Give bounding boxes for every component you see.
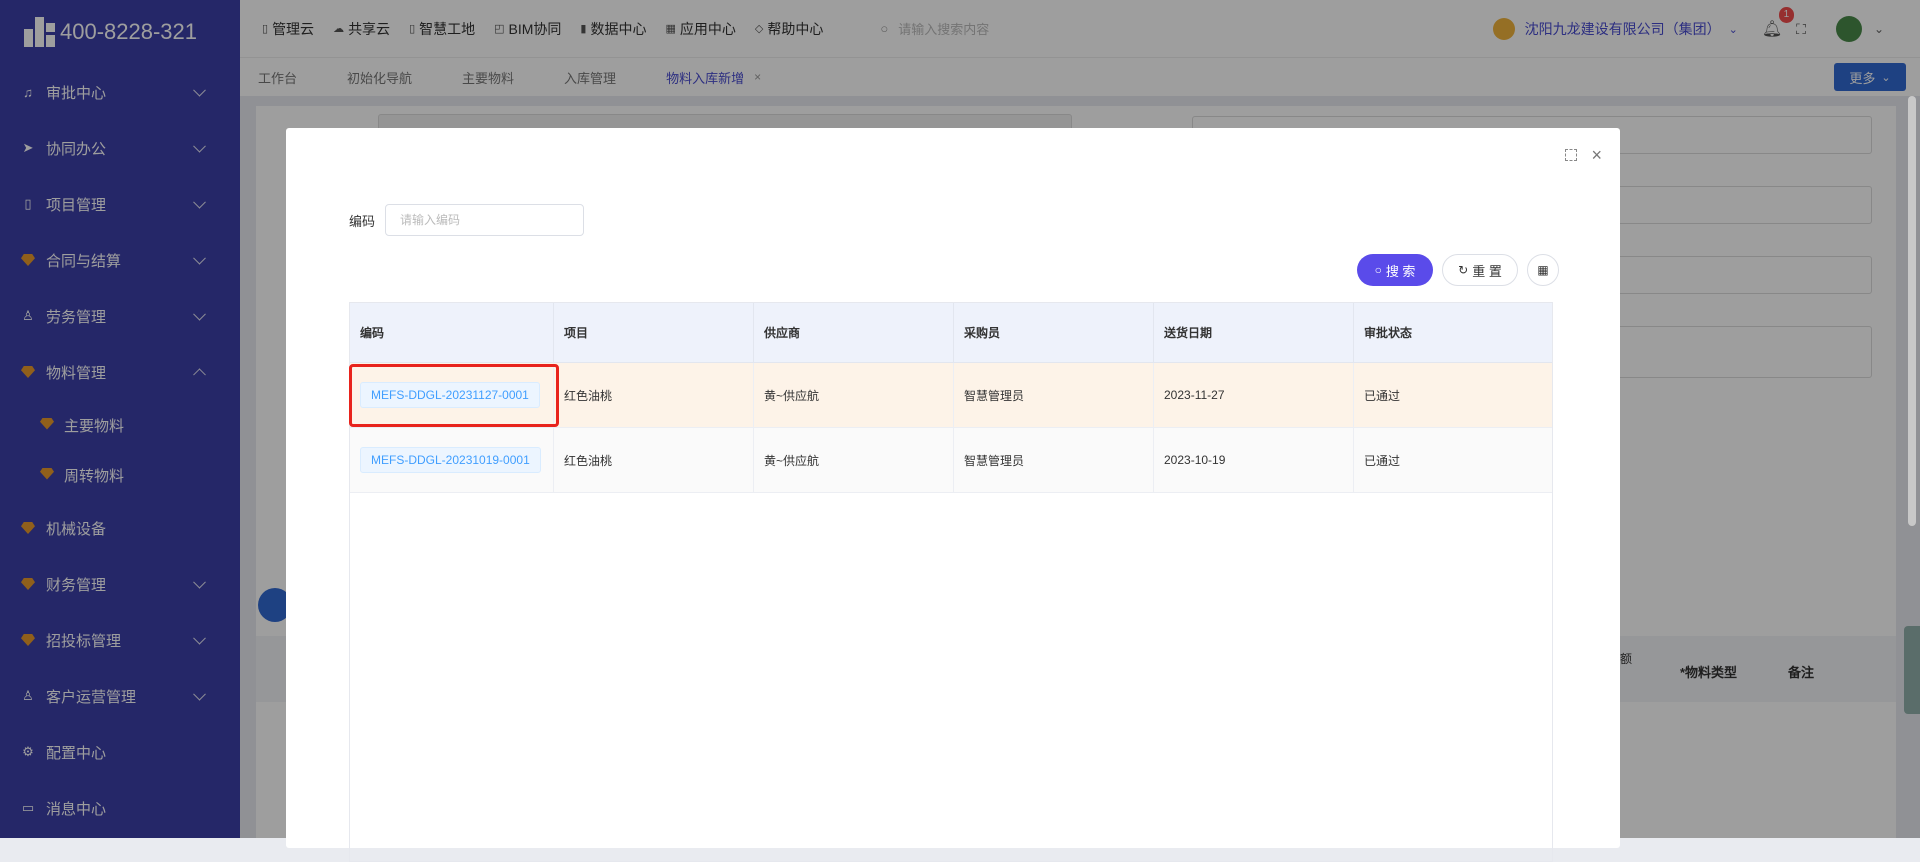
side-widget[interactable] xyxy=(1904,626,1920,714)
cell-delivery-date: 2023-10-19 xyxy=(1154,428,1354,492)
maximize-icon[interactable] xyxy=(1565,149,1578,161)
code-filter-label: 编码 xyxy=(349,213,376,229)
reset-button-label: 重 置 xyxy=(1472,263,1502,279)
grid-icon: ▦ xyxy=(1537,263,1549,277)
col-header-supplier[interactable]: 供应商 xyxy=(754,303,954,362)
col-header-delivery-date[interactable]: 送货日期 xyxy=(1154,303,1354,362)
page-scrollbar[interactable] xyxy=(1908,96,1916,526)
close-icon[interactable]: × xyxy=(1591,146,1602,164)
select-inbound-modal: × 编码 ○ 搜 索 ↻ 重 置 ▦ 编码 项目 供应商 采购员 送货日期 审批… xyxy=(286,128,1620,862)
code-filter-input[interactable] xyxy=(385,204,585,236)
cell-code: MEFS-DDGL-20231019-0001 xyxy=(350,428,554,492)
reset-button[interactable]: ↻ 重 置 xyxy=(1442,254,1518,286)
highlight-annotation-box xyxy=(349,364,559,427)
code-filter: 编码 xyxy=(349,204,585,236)
cell-delivery-date: 2023-11-27 xyxy=(1154,363,1354,427)
cell-project: 红色油桃 xyxy=(554,428,754,492)
col-header-project[interactable]: 项目 xyxy=(554,303,754,362)
modal-controls: × xyxy=(1565,146,1602,164)
cell-approval-status: 已通过 xyxy=(1364,453,1401,468)
col-header-code[interactable]: 编码 xyxy=(350,303,554,362)
search-button[interactable]: ○ 搜 索 xyxy=(1357,254,1433,286)
refresh-icon: ↻ xyxy=(1458,263,1469,277)
column-settings-button[interactable]: ▦ xyxy=(1527,254,1559,286)
cell-buyer: 智慧管理员 xyxy=(954,428,1154,492)
table-header: 编码 项目 供应商 采购员 送货日期 审批状态 xyxy=(350,303,1552,363)
col-header-buyer[interactable]: 采购员 xyxy=(954,303,1154,362)
cell-buyer: 智慧管理员 xyxy=(954,363,1154,427)
search-icon: ○ xyxy=(1374,263,1382,277)
col-header-approval-status[interactable]: 审批状态 xyxy=(1354,303,1552,362)
search-button-label: 搜 索 xyxy=(1385,263,1416,279)
cell-project: 红色油桃 xyxy=(554,363,754,427)
table-row[interactable]: MEFS-DDGL-20231019-0001 红色油桃 黄~供应航 智慧管理员… xyxy=(350,428,1552,493)
cell-supplier: 黄~供应航 xyxy=(754,363,954,427)
cell-approval-status: 已通过 xyxy=(1364,388,1401,403)
code-link[interactable]: MEFS-DDGL-20231019-0001 xyxy=(360,447,541,473)
cell-supplier: 黄~供应航 xyxy=(754,428,954,492)
